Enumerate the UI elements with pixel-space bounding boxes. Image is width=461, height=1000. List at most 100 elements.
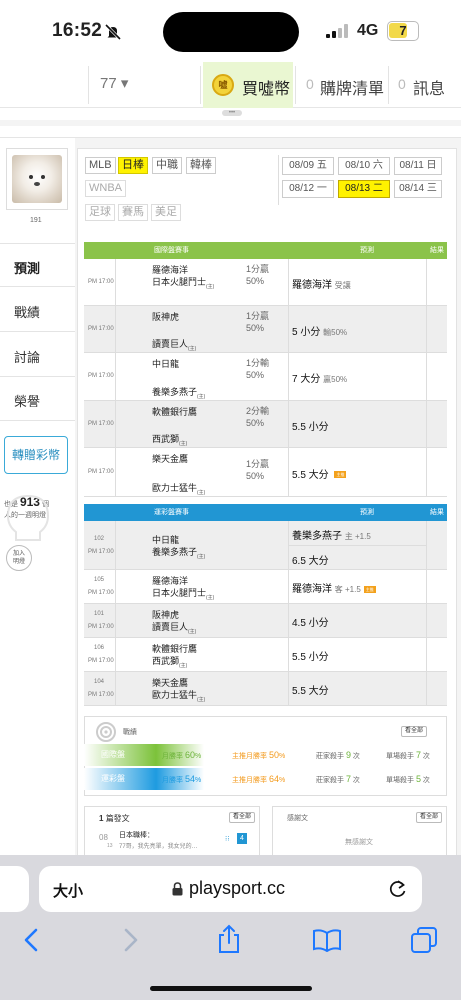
menu-record[interactable]: 戰績 <box>0 288 75 332</box>
prediction-pick: 5 小分 <box>292 326 321 338</box>
league-npb[interactable]: 日棒 <box>118 157 148 174</box>
avatar[interactable] <box>12 155 62 203</box>
league-wnba[interactable]: WNBA <box>85 180 126 197</box>
game-time: PM 17:00 <box>88 325 114 332</box>
date-0810[interactable]: 08/10 六 <box>338 157 390 175</box>
game-number: 101 <box>94 611 105 617</box>
prediction[interactable]: 5 小分 輸50% <box>292 323 347 338</box>
league-mlb[interactable]: MLB <box>85 157 116 174</box>
prediction[interactable]: 5.5 大分 主推 <box>292 466 347 481</box>
menu-honor[interactable]: 榮譽 <box>0 377 75 421</box>
intl-row: PM 17:00 軟體銀行鷹 西武獅(主) 2分輸 50% 5.5 小分 <box>84 401 447 448</box>
url-text[interactable]: playsport.cc <box>189 878 285 899</box>
bookie-killer: 莊家殺手 7 次 <box>316 774 360 785</box>
prediction[interactable]: 4.5 小分 <box>292 614 329 629</box>
odds: 1分輸 50% <box>246 357 269 381</box>
menu-discuss[interactable]: 討論 <box>0 333 75 377</box>
divider <box>426 604 427 638</box>
clock: 16:52 <box>52 20 103 41</box>
divider <box>295 66 296 104</box>
forward-icon[interactable] <box>120 928 140 952</box>
team-away: 阪神虎 <box>152 312 180 322</box>
posts-header: 1 篇發文 <box>99 813 130 824</box>
battery-icon: 7 <box>387 21 419 41</box>
team-home: 日本火腿鬥士(主) <box>152 275 214 290</box>
date-0812[interactable]: 08/12 一 <box>282 180 334 198</box>
divider <box>288 545 426 546</box>
posts-count: 1 <box>99 814 104 823</box>
record-see-all[interactable]: 看全部 <box>401 726 428 737</box>
share-icon[interactable] <box>216 924 242 954</box>
bookmarks-icon[interactable] <box>312 928 342 952</box>
network-type: 4G <box>357 22 379 39</box>
reload-icon[interactable] <box>388 878 408 900</box>
add-mentor-button[interactable]: 加入 明燈 <box>6 545 32 571</box>
odds-pct: 50% <box>246 276 265 286</box>
text-size-label: 大小 <box>53 883 84 900</box>
date-0809[interactable]: 08/09 五 <box>282 157 334 175</box>
address-bar[interactable]: 大小 playsport.cc <box>39 866 422 912</box>
text-size-button[interactable]: 大小 <box>53 880 83 901</box>
prediction[interactable]: 5.5 小分 <box>292 648 329 663</box>
buy-coins-label[interactable]: 買噓幣 <box>242 75 290 99</box>
prediction[interactable]: 5.5 大分 <box>292 682 329 697</box>
post-title[interactable]: 日本職棒： <box>119 830 154 840</box>
main-pick-badge: 主推 <box>363 585 376 593</box>
divider <box>288 353 289 401</box>
user-id: 191 <box>30 217 42 224</box>
intl-row: PM 17:00 樂天金鷹 歐力士猛牛(主) 1分贏 50% 5.5 大分 主推 <box>84 448 447 497</box>
menu-predict[interactable]: 預測 <box>0 243 75 287</box>
divider <box>115 306 116 353</box>
prediction-spread[interactable]: 養樂多燕子 主 +1.5 <box>292 527 371 542</box>
previous-tab-chip[interactable] <box>0 866 29 912</box>
prediction[interactable]: 7 大分 贏50% <box>292 370 347 385</box>
odds-line: 1分贏 <box>246 459 270 469</box>
divider <box>88 66 89 104</box>
unit: 次 <box>422 777 430 784</box>
prediction[interactable]: 羅德海洋 客 +1.5 主推 <box>292 580 376 595</box>
back-icon[interactable] <box>22 928 42 952</box>
message-count: 0 <box>398 76 406 92</box>
win-rate: 月勝率 60% <box>162 750 202 760</box>
league-soccer[interactable]: 足球 <box>85 204 115 221</box>
team-home: 養樂多燕子(主) <box>152 385 205 400</box>
date-0811[interactable]: 08/11 日 <box>394 157 442 175</box>
gift-coins-button[interactable]: 轉贈彩幣 <box>4 436 68 474</box>
home-marker: (主) <box>179 662 188 669</box>
league-nfl[interactable]: 美足 <box>151 204 181 221</box>
thanks-title: 感謝文 <box>287 815 308 822</box>
game-time: PM 17:00 <box>88 624 114 630</box>
single-killer-label: 單場殺手 <box>386 777 414 784</box>
game-number: 102 <box>94 535 105 542</box>
messages-link[interactable]: 訊息 <box>413 75 445 99</box>
date-0813[interactable]: 08/13 二 <box>338 180 390 198</box>
date-0814[interactable]: 08/14 三 <box>394 180 442 198</box>
odds: 1分贏 50% <box>246 310 269 334</box>
coin-icon: 噓 <box>212 74 234 96</box>
odds-line: 1分贏 <box>246 311 270 321</box>
cart-link[interactable]: 購牌清單 <box>320 75 384 99</box>
local-header-result: 結果 <box>430 509 444 516</box>
prediction[interactable]: 羅德海洋 受讓 <box>292 276 351 291</box>
post-snippet[interactable]: 77哥，我先亮單，我女兒的… <box>119 841 198 850</box>
tabs-icon[interactable] <box>410 926 438 954</box>
home-marker: (主) <box>188 345 197 352</box>
win-rate: 月勝率 54% <box>162 774 202 784</box>
posts-see-all[interactable]: 看全部 <box>229 812 256 823</box>
team-home-name: 歐力士猛牛 <box>152 483 198 493</box>
team-home: 讀賣巨人(主) <box>152 620 196 635</box>
thanks-see-all[interactable]: 看全部 <box>416 812 443 823</box>
comment-icon: ⁝⁝ <box>225 836 230 843</box>
team-home-name: 西武獅 <box>152 434 180 444</box>
league-cpbl[interactable]: 中職 <box>152 157 182 174</box>
posts-panel: 1 篇發文 看全部 08 13 日本職棒： 77哥，我先亮單，我女兒的… ⁝⁝ … <box>84 806 260 858</box>
league-horse[interactable]: 賽馬 <box>118 204 148 221</box>
prediction-pick: 5.5 大分 <box>292 686 329 697</box>
account-selector[interactable]: 77 ▾ <box>100 74 128 92</box>
prediction[interactable]: 5.5 小分 <box>292 418 329 433</box>
odds-pct: 50% <box>246 471 265 481</box>
prediction-pick: 5.5 小分 <box>292 421 329 433</box>
drag-handle-icon[interactable]: ••• <box>222 110 242 116</box>
league-kbo[interactable]: 韓棒 <box>186 157 216 174</box>
prediction-total[interactable]: 6.5 大分 <box>292 552 329 567</box>
